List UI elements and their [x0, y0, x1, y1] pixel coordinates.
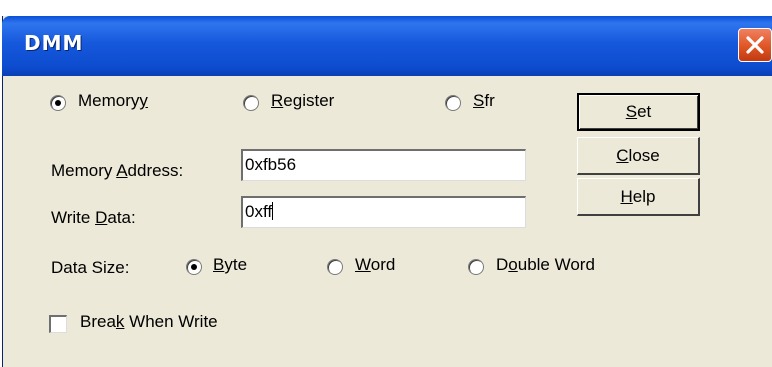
close-window-button[interactable] [738, 28, 772, 62]
write-data-label: Write Data: [51, 208, 136, 227]
memory-radio-label[interactable]: Memoryy [78, 91, 148, 111]
write-data-input[interactable]: 0xff [241, 196, 526, 228]
word-radio[interactable] [327, 259, 343, 275]
close-button[interactable]: Close [577, 137, 700, 175]
register-radio[interactable] [243, 95, 259, 111]
memory-address-label: Memory Address: [51, 161, 184, 180]
word-radio-label[interactable]: Word [355, 255, 395, 275]
data-size-label: Data Size: [51, 258, 130, 277]
byte-radio-label[interactable]: Byte [213, 255, 247, 275]
memory-address-input[interactable]: 0xfb56 [241, 149, 526, 181]
sfr-radio[interactable] [445, 95, 461, 111]
title-bar[interactable]: DMM [2, 16, 772, 76]
text-caret [272, 202, 274, 220]
window-title: DMM [24, 31, 84, 55]
sfr-radio-label[interactable]: Sfr [473, 91, 495, 111]
set-button[interactable]: Set [577, 93, 700, 131]
byte-radio[interactable] [186, 259, 202, 275]
double-word-radio-label[interactable]: Double Word [496, 255, 595, 275]
break-when-write-label[interactable]: Break When Write [80, 312, 218, 332]
break-when-write-checkbox[interactable] [49, 315, 67, 333]
double-word-radio[interactable] [468, 259, 484, 275]
memory-radio[interactable] [50, 95, 66, 111]
register-radio-label[interactable]: Register [271, 91, 334, 111]
help-button[interactable]: Help [577, 178, 700, 216]
